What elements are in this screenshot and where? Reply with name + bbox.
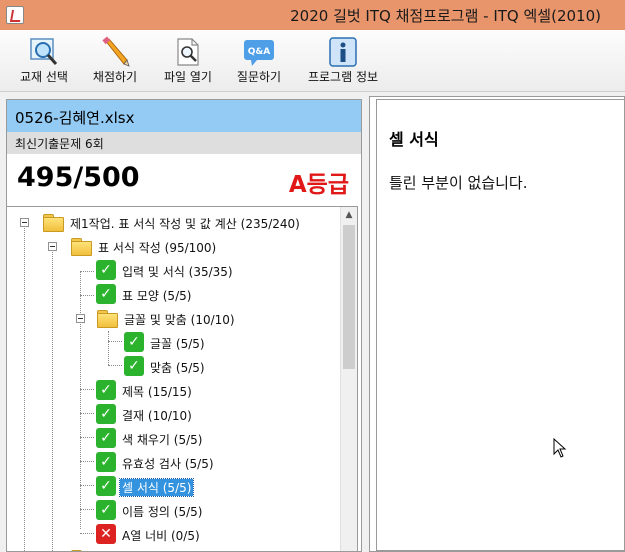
toolbar-label: 교재 선택: [20, 70, 68, 84]
collapse-icon[interactable]: [20, 218, 29, 227]
check-icon: ✓: [96, 284, 116, 304]
toolbar-label: 프로그램 정보: [307, 70, 379, 84]
tree-connector: [52, 247, 53, 551]
open-file-button[interactable]: 파일 열기: [154, 30, 222, 92]
check-icon: ✓: [96, 404, 116, 424]
scroll-thumb[interactable]: [343, 225, 355, 369]
open-file-icon: [177, 38, 199, 66]
info-icon: [329, 37, 357, 67]
detail-message: 틀린 부분이 없습니다.: [389, 174, 528, 192]
check-icon: ✓: [96, 260, 116, 280]
tree-connector: [80, 437, 94, 438]
mouse-cursor-icon: [553, 438, 567, 458]
tree-node-label: 셀 서식 (5/5): [118, 478, 195, 497]
check-icon: ✓: [124, 356, 144, 376]
toolbar-label: 파일 열기: [164, 70, 212, 84]
panel-splitter[interactable]: [364, 96, 368, 552]
folder-icon: [96, 309, 118, 328]
tree-node-label: 색 채우기 (5/5): [122, 433, 203, 447]
tree-connector: [108, 331, 109, 365]
svg-text:Q&A: Q&A: [248, 47, 270, 57]
tree-node-label: 제목 (15/15): [122, 385, 192, 399]
file-name: 0526-김혜연.xlsx: [7, 100, 361, 132]
tree-connector: [80, 485, 94, 486]
detail-title: 셀 서식: [389, 130, 439, 149]
textbook-select-button[interactable]: 교재 선택: [6, 30, 82, 92]
check-icon: ✓: [96, 380, 116, 400]
tree-node-label: 글꼴 (5/5): [150, 337, 205, 351]
tree-connector: [108, 341, 122, 342]
tree-connector: [80, 295, 94, 296]
tree-node-label: 맞춤 (5/5): [150, 361, 205, 375]
tree-connector: [80, 461, 94, 462]
tree-node-label: 입력 및 서식 (35/35): [122, 265, 233, 279]
qa-icon: Q&A: [244, 40, 274, 66]
toolbar: 교재 선택 채점하기 파일 열기 Q&A 질문하기 프로그램 정보: [0, 30, 625, 92]
tree-scrollbar[interactable]: ▲: [340, 207, 357, 551]
window-title: 2020 길벗 ITQ 채점프로그램 - ITQ 엑셀(2010): [290, 7, 601, 25]
grade-badge: A등급: [288, 172, 349, 198]
title-bar: 2020 길벗 ITQ 채점프로그램 - ITQ 엑셀(2010): [0, 0, 625, 30]
tree-connector: [108, 365, 122, 366]
collapse-icon[interactable]: [48, 242, 57, 251]
app-icon[interactable]: [6, 6, 24, 24]
folder-icon: [42, 213, 64, 232]
collapse-icon[interactable]: [76, 314, 85, 323]
tree-node-label: 유효성 검사 (5/5): [122, 457, 214, 471]
tree-node-label: A열 너비 (0/5): [122, 529, 200, 543]
tree-connector: [80, 509, 94, 510]
tree-connector: [80, 271, 94, 272]
cross-icon: ✕: [96, 524, 116, 544]
tree-node-label: 결재 (10/10): [122, 409, 192, 423]
tree-connector: [24, 223, 25, 551]
tree-node-label: 제1작업. 표 서식 작성 및 값 계산 (235/240): [70, 217, 300, 231]
exam-name: 최신기출문제 6회: [7, 132, 361, 154]
ask-question-button[interactable]: Q&A 질문하기: [226, 30, 292, 92]
pencil-icon: [102, 36, 130, 67]
folder-icon: [70, 237, 92, 256]
grading-tree[interactable]: 제1작업. 표 서식 작성 및 값 계산 (235/240) 표 서식 작성 (…: [6, 206, 358, 552]
tree-connector: [80, 413, 94, 414]
scroll-up-icon[interactable]: ▲: [341, 207, 357, 224]
tree-node-label: 표 모양 (5/5): [122, 289, 192, 303]
tree-node-label: 표 서식 작성 (95/100): [98, 241, 217, 255]
grade-button[interactable]: 채점하기: [82, 30, 148, 92]
check-icon: ✓: [96, 500, 116, 520]
check-icon: ✓: [96, 428, 116, 448]
detail-content: 셀 서식 틀린 부분이 없습니다.: [376, 99, 625, 551]
check-icon: ✓: [96, 476, 116, 496]
toolbar-label: 질문하기: [236, 70, 282, 84]
tree-connector: [80, 533, 94, 534]
program-info-button[interactable]: 프로그램 정보: [300, 30, 386, 92]
tree-node-label: 이름 정의 (5/5): [122, 505, 203, 519]
tree-connector: [80, 271, 81, 529]
magnifier-icon: [30, 38, 58, 65]
detail-panel: 셀 서식 틀린 부분이 없습니다.: [369, 96, 625, 552]
check-icon: ✓: [124, 332, 144, 352]
check-icon: ✓: [96, 452, 116, 472]
tree-node-label: 글꼴 및 맞춤 (10/10): [124, 313, 235, 327]
tree-connector: [80, 389, 94, 390]
toolbar-label: 채점하기: [92, 70, 138, 84]
total-score: 495/500: [17, 162, 140, 193]
